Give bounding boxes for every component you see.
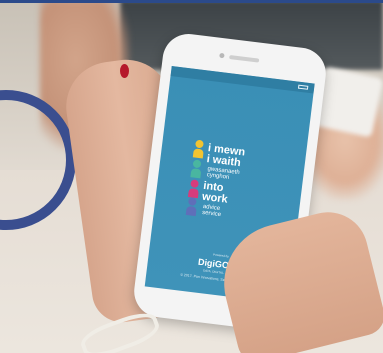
status-bar <box>170 66 315 94</box>
photo-scene: i mewn i waith gwasanaeth cynghori into … <box>0 0 383 353</box>
speaker-grille <box>229 54 260 63</box>
powered-by-label: Powered by <box>212 252 230 259</box>
fingernail <box>120 64 129 78</box>
logo-text-line: service <box>201 209 222 219</box>
person-blue-icon <box>185 197 198 217</box>
person-pink-icon <box>187 179 200 199</box>
battery-icon <box>297 84 309 90</box>
person-green-icon <box>190 159 202 179</box>
app-logo: i mewn i waith gwasanaeth cynghori into … <box>185 139 284 229</box>
camera-icon <box>219 52 225 59</box>
top-accent-bar <box>0 0 383 3</box>
person-yellow-icon <box>192 139 205 159</box>
